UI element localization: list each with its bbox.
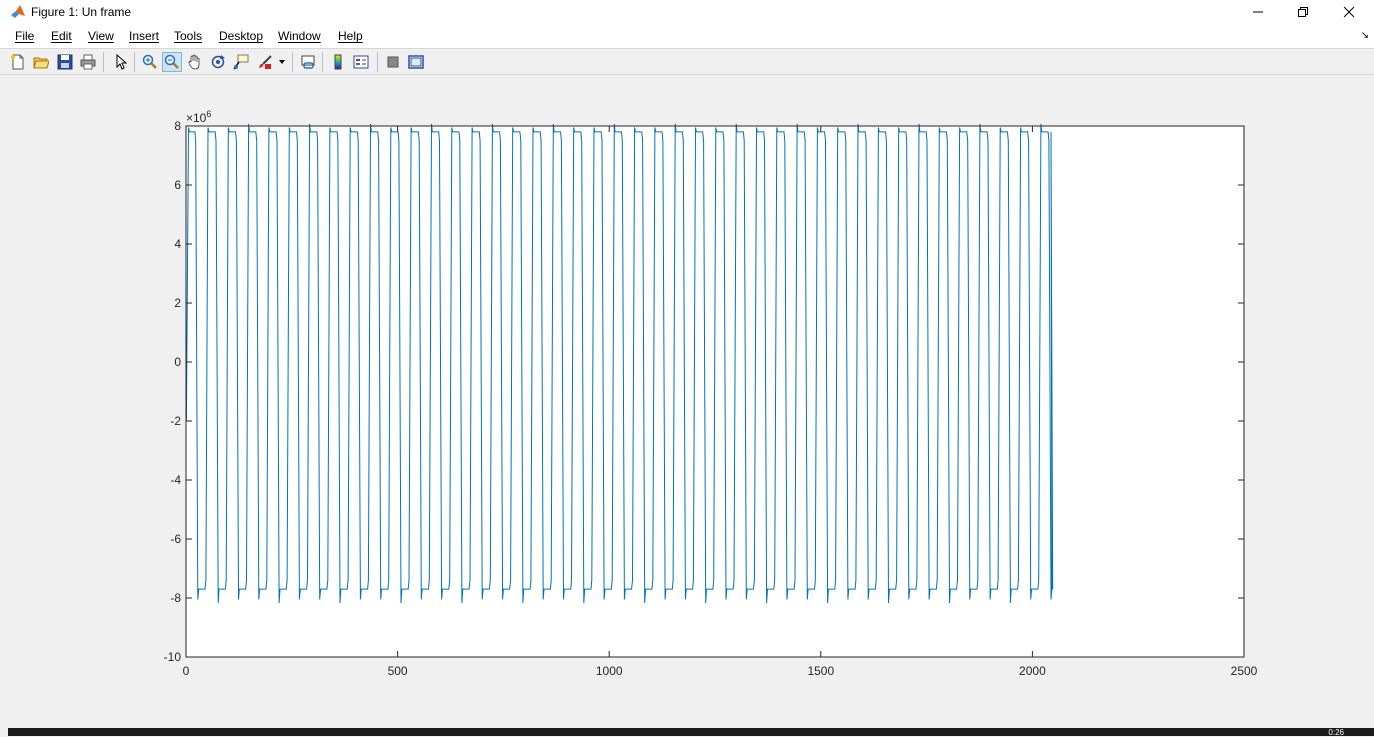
brush-icon — [259, 55, 272, 69]
brush-dropdown-icon — [279, 60, 285, 64]
brush-button[interactable] — [255, 52, 275, 72]
toolbar-separator — [103, 52, 104, 72]
matlab-icon — [10, 4, 26, 20]
x-tick-label: 1500 — [807, 664, 834, 678]
insert-legend-icon — [353, 55, 369, 69]
y-tick-label: 0 — [174, 355, 181, 369]
close-button[interactable] — [1326, 0, 1372, 24]
menu-edit[interactable]: Edit — [51, 29, 72, 43]
edit-plot-button[interactable] — [110, 52, 130, 72]
y-tick-label: -6 — [170, 532, 181, 546]
link-plot-icon — [301, 55, 315, 69]
hide-plot-tools-button[interactable] — [383, 52, 403, 72]
figure-toolbar — [0, 48, 1374, 75]
y-exponent-label: ×106 — [186, 109, 211, 125]
data-cursor-icon — [233, 54, 249, 70]
minimize-button[interactable] — [1235, 0, 1281, 24]
zoom-in-button[interactable] — [140, 52, 160, 72]
minimize-icon — [1253, 11, 1263, 13]
plot-svg: 0 500 1000 1500 2000 2500 8 6 4 2 0 -2 -4 -6 -8 -10 ×10… — [164, 109, 1258, 678]
pan-hand-icon — [188, 54, 200, 70]
zoom-out-icon — [164, 54, 179, 69]
link-plot-button[interactable] — [298, 52, 318, 72]
restore-button[interactable] — [1280, 0, 1326, 24]
insert-colorbar-icon — [334, 54, 342, 70]
dock-arrow-icon[interactable]: ↘ — [1361, 30, 1369, 41]
insert-colorbar-button[interactable] — [328, 52, 348, 72]
y-tick-label: -4 — [170, 473, 181, 487]
open-file-button[interactable] — [31, 52, 51, 72]
menu-tools[interactable]: Tools — [174, 29, 202, 43]
x-tick-label: 2000 — [1019, 664, 1046, 678]
menu-insert[interactable]: Insert — [129, 29, 159, 43]
taskbar: 0:26 — [8, 728, 1374, 737]
zoom-out-button[interactable] — [162, 52, 182, 72]
menu-view[interactable]: View — [88, 29, 114, 43]
brush-dropdown-button[interactable] — [276, 52, 288, 72]
insert-legend-button[interactable] — [351, 52, 371, 72]
x-tick-label: 1000 — [596, 664, 623, 678]
toolbar-separator — [377, 52, 378, 72]
show-plot-tools-icon — [408, 55, 424, 69]
restore-icon — [1298, 7, 1308, 17]
close-icon — [1343, 6, 1355, 18]
zoom-in-icon — [142, 54, 157, 69]
title-bar: Figure 1: Un frame — [0, 0, 1374, 24]
x-tick-label: 0 — [183, 664, 190, 678]
x-tick-label: 2500 — [1231, 664, 1258, 678]
print-icon — [80, 54, 96, 70]
save-button[interactable] — [55, 52, 75, 72]
edit-plot-arrow-icon — [116, 54, 128, 70]
new-figure-icon — [11, 54, 24, 70]
hide-plot-tools-icon — [387, 56, 399, 68]
pan-button[interactable] — [185, 52, 205, 72]
show-plot-tools-button[interactable] — [406, 52, 426, 72]
menu-help[interactable]: Help — [338, 29, 363, 43]
y-tick-label: 2 — [174, 296, 181, 310]
new-figure-button[interactable] — [8, 52, 28, 72]
menu-bar: File Edit View Insert Tools Desktop Wind… — [0, 24, 1374, 48]
rotate-3d-button[interactable] — [208, 52, 228, 72]
print-button[interactable] — [78, 52, 98, 72]
save-icon — [57, 54, 73, 70]
toolbar-separator — [322, 52, 323, 72]
y-tick-label: 4 — [174, 237, 181, 251]
menu-file[interactable]: File — [15, 29, 34, 43]
y-tick-label: -2 — [170, 414, 181, 428]
y-tick-label: -10 — [164, 650, 182, 664]
data-cursor-button[interactable] — [231, 52, 251, 72]
x-tick-label: 500 — [388, 664, 408, 678]
figure-canvas[interactable]: 0 500 1000 1500 2000 2500 8 6 4 2 0 -2 -4 -6 -8 -10 ×10… — [0, 75, 1374, 728]
menu-desktop[interactable]: Desktop — [219, 29, 263, 43]
window-title: Figure 1: Un frame — [31, 5, 132, 19]
open-file-icon — [33, 57, 49, 69]
toolbar-separator — [134, 52, 135, 72]
y-tick-label: 6 — [174, 178, 181, 192]
menu-window[interactable]: Window — [278, 29, 321, 43]
y-tick-label: -8 — [170, 591, 181, 605]
toolbar-separator — [292, 52, 293, 72]
rotate-3d-icon — [211, 55, 225, 69]
y-tick-label: 8 — [174, 119, 181, 133]
